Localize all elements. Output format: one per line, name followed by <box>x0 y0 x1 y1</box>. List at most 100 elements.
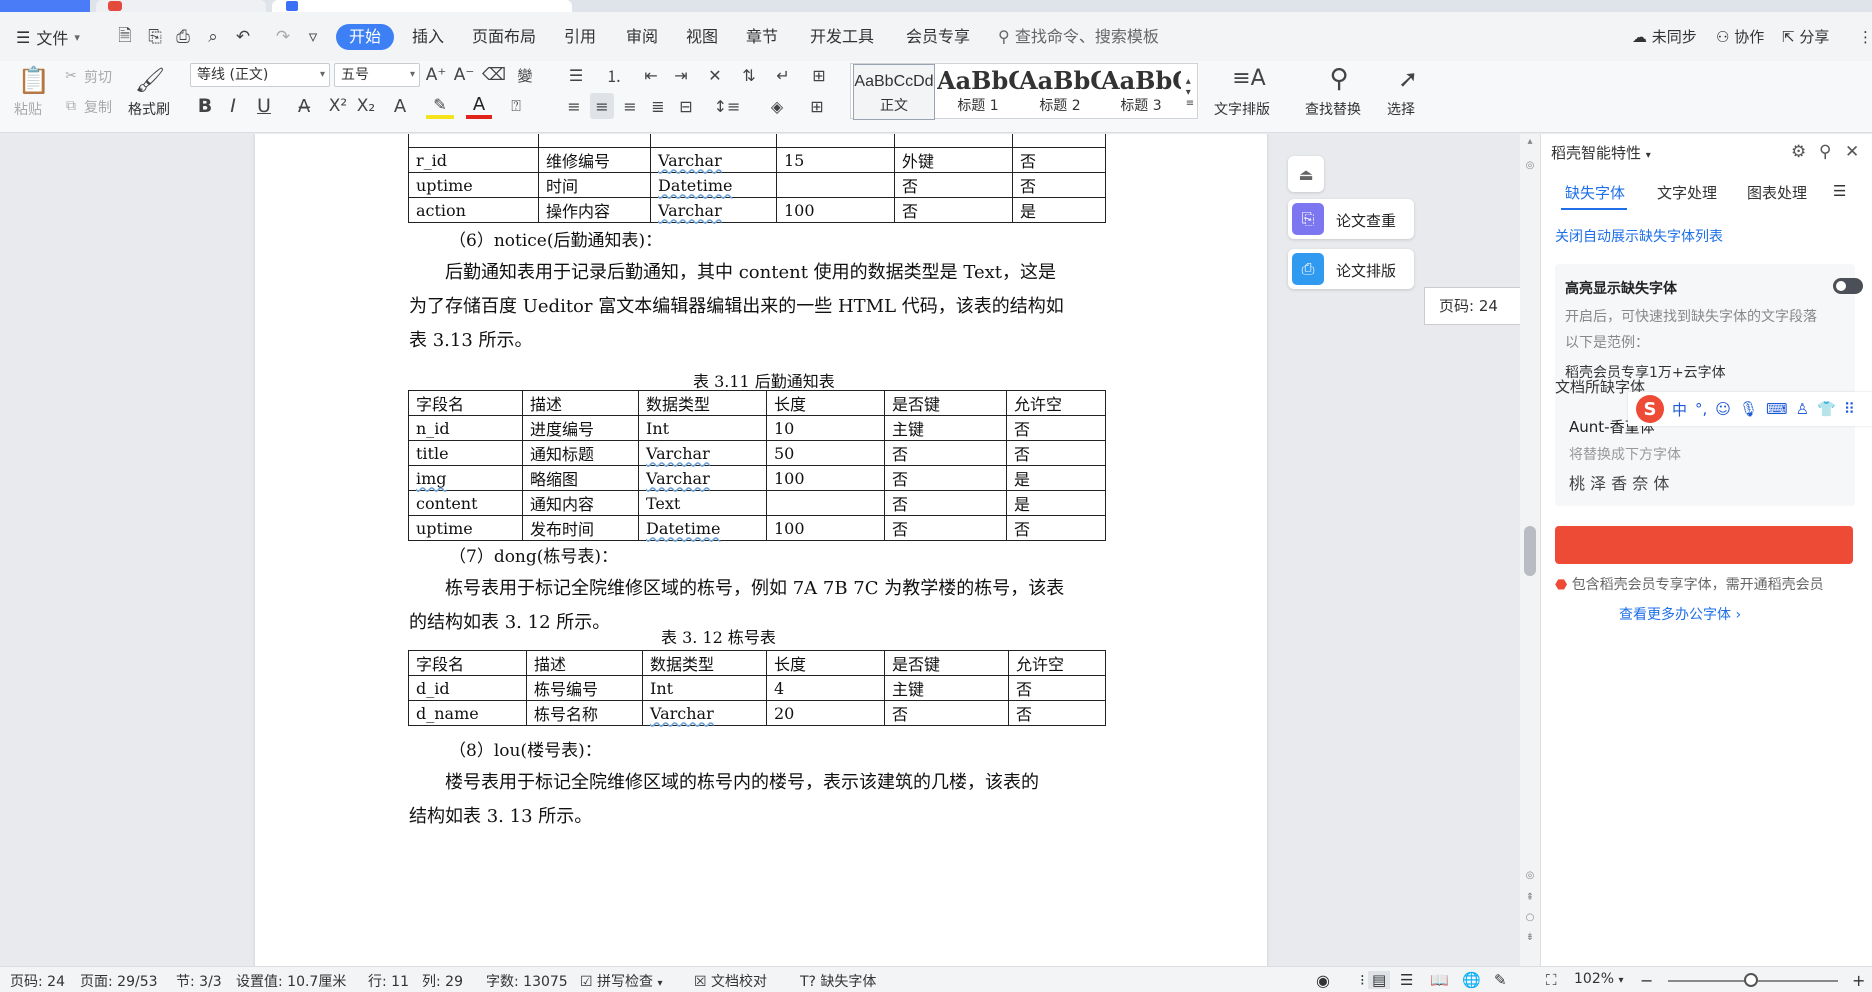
paste-icon[interactable]: 📋 <box>18 65 50 97</box>
save-icon[interactable]: 🗎 <box>114 26 136 48</box>
skin-icon[interactable]: 👕 <box>1817 400 1836 418</box>
gear-icon[interactable]: ⚙ <box>1791 142 1806 162</box>
find-icon[interactable]: ⚲ <box>1322 63 1356 95</box>
more-views-icon[interactable]: ⁝ <box>1360 971 1365 989</box>
char-border-icon[interactable]: ⍰ <box>504 93 528 119</box>
spellcheck-button[interactable]: ☑ 拼写检查 ▾ <box>580 971 663 991</box>
next-page-icon[interactable]: ⇟ <box>1524 932 1536 943</box>
reading-view-icon[interactable]: 📖 <box>1430 971 1449 989</box>
tab-docer[interactable] <box>96 0 266 12</box>
emoji-icon[interactable]: ☺ <box>1715 400 1731 418</box>
format-painter-icon[interactable]: 🖌 <box>134 63 166 97</box>
document-page[interactable]: r_id 维修编号 Varchar 15 外键否 uptime 时间 Datetime 否否 … <box>255 134 1267 966</box>
zoom-in-icon[interactable]: + <box>1852 971 1865 990</box>
distribute-icon[interactable]: ⊟ <box>674 93 698 119</box>
microphone-icon[interactable]: 🎙 <box>1739 400 1758 418</box>
close-auto-show-link[interactable]: 关闭自动展示缺失字体列表 <box>1555 226 1723 246</box>
outline-view-icon[interactable]: ☰ <box>1400 971 1413 989</box>
paste-button[interactable]: 粘贴 <box>14 99 42 119</box>
bold-icon[interactable]: B <box>194 93 216 119</box>
zoom-slider-knob[interactable] <box>1744 973 1758 987</box>
document-canvas[interactable]: r_id 维修编号 Varchar 15 外键否 uptime 时间 Datetime 否否 … <box>0 134 1272 966</box>
scroll-up-icon[interactable]: ▴ <box>1524 136 1536 147</box>
font-name-combo[interactable]: 等线 (正文) ▾ <box>190 63 330 87</box>
styles-scroll-icon[interactable]: ▴ ▾ ≡ <box>1183 66 1197 118</box>
tab-page-layout[interactable]: 页面布局 <box>470 24 538 50</box>
style-heading-2[interactable]: AaBbC 标题 2 <box>1019 64 1101 120</box>
copy-icon[interactable]: ⧉ <box>62 95 80 117</box>
text-layout-icon[interactable]: ≡A <box>1232 63 1266 93</box>
format-painter-button[interactable]: 格式刷 <box>128 99 170 119</box>
ime-language[interactable]: 中 <box>1672 399 1687 420</box>
subscript-icon[interactable]: X₂ <box>354 93 378 119</box>
sync-status[interactable]: ☁ 未同步 <box>1632 24 1697 50</box>
tab-references[interactable]: 引用 <box>562 24 598 50</box>
style-heading-3[interactable]: AaBbC 标题 3 <box>1101 64 1181 120</box>
thesis-check-button[interactable]: ⎘ 论文查重 <box>1288 199 1414 239</box>
style-heading-1[interactable]: AaBbC 标题 1 <box>937 64 1019 120</box>
missing-font-status[interactable]: T? 缺失字体 <box>800 971 876 991</box>
redo-icon[interactable]: ↷ <box>272 26 294 48</box>
scissors-icon[interactable]: ✂ <box>62 65 80 87</box>
align-right-icon[interactable]: ≡ <box>618 93 642 119</box>
scroll-down-icon[interactable]: ◎ <box>1524 870 1536 881</box>
tab-chapter[interactable]: 章节 <box>744 24 780 50</box>
numbered-list-icon[interactable]: ⒈ <box>600 63 628 87</box>
status-column[interactable]: 列: 29 <box>422 971 463 991</box>
undo-icon[interactable]: ↶ <box>232 26 254 48</box>
underline-icon[interactable]: U <box>250 93 278 119</box>
write-view-icon[interactable]: ✎ <box>1494 971 1507 989</box>
cursor-select-icon[interactable]: ➚ <box>1394 63 1422 95</box>
status-page[interactable]: 页面: 29/53 <box>80 971 158 991</box>
panel-tab-chart[interactable]: 图表处理 <box>1747 182 1807 203</box>
sort-icon[interactable]: ⇅ <box>736 63 762 87</box>
text-layout-button[interactable]: 文字排版 <box>1214 99 1270 119</box>
browse-object-icon[interactable]: ○ <box>1524 912 1536 923</box>
tab-view[interactable]: 视图 <box>684 24 720 50</box>
find-replace-button[interactable]: 查找替换 <box>1305 99 1361 119</box>
print-icon[interactable]: ⎙ <box>172 26 194 48</box>
web-view-icon[interactable]: 🌐 <box>1462 971 1481 989</box>
paragraph-mark-icon[interactable]: ↵ <box>768 63 798 87</box>
collapse-tools-button[interactable]: ⏏ <box>1288 156 1324 192</box>
select-button[interactable]: 选择 <box>1387 99 1415 119</box>
font-color-icon[interactable]: A <box>466 93 492 119</box>
fit-page-icon[interactable]: ⛶ <box>1546 971 1557 989</box>
vertical-scrollbar[interactable]: ▴ ◎ ◎ ⇞ ○ ⇟ <box>1520 134 1540 966</box>
superscript-icon[interactable]: X² <box>326 93 350 119</box>
highlight-icon[interactable]: ✎ <box>426 93 454 119</box>
status-wordcount[interactable]: 字数: 13075 <box>486 971 568 991</box>
more-fonts-link[interactable]: 查看更多办公字体 › <box>1619 604 1741 624</box>
replace-font-name[interactable]: 桃 泽 香 奈 体 <box>1569 470 1669 494</box>
zoom-out-icon[interactable]: − <box>1640 971 1653 990</box>
thesis-layout-button[interactable]: ⎙ 论文排版 <box>1288 249 1414 289</box>
highlight-toggle[interactable] <box>1833 278 1863 294</box>
tab-member[interactable]: 会员专享 <box>904 24 972 50</box>
eye-protection-icon[interactable]: ◉ <box>1316 971 1330 990</box>
status-section[interactable]: 节: 3/3 <box>176 971 222 991</box>
pin-icon[interactable]: ⚲ <box>1819 142 1831 162</box>
grid-icon[interactable]: ⠿ <box>1844 400 1855 418</box>
tab-review[interactable]: 审阅 <box>624 24 660 50</box>
phonetic-icon[interactable]: 變 <box>510 63 540 87</box>
export-pdf-icon[interactable]: ⎘ <box>144 26 166 48</box>
download-fonts-button[interactable] <box>1555 526 1853 564</box>
scrollbar-thumb[interactable] <box>1524 526 1536 576</box>
copy-button[interactable]: 复制 <box>84 97 112 117</box>
cut-button[interactable]: 剪切 <box>84 67 112 87</box>
strikethrough-icon[interactable]: A̶ <box>290 93 318 119</box>
panel-tab-text[interactable]: 文字处理 <box>1657 182 1717 203</box>
status-line[interactable]: 行: 11 <box>368 971 409 991</box>
collaborate-button[interactable]: ⚇ 协作 <box>1716 24 1764 50</box>
italic-icon[interactable]: I <box>222 93 244 119</box>
zoom-level[interactable]: 102% ▾ <box>1574 971 1624 987</box>
grow-font-icon[interactable]: A⁺ <box>424 63 448 87</box>
style-normal[interactable]: AaBbCcDd 正文 <box>853 64 935 120</box>
panel-menu-icon[interactable]: ☰ <box>1833 182 1846 200</box>
shading-icon[interactable]: ◈ <box>760 93 794 119</box>
bullet-list-icon[interactable]: ☰ <box>562 63 590 87</box>
clear-format-icon[interactable]: ⌫ <box>482 63 506 87</box>
scroll-top-icon[interactable]: ◎ <box>1524 160 1536 171</box>
page-view-icon[interactable]: ▤ <box>1368 971 1391 989</box>
ime-toolbar[interactable]: S 中 °, ☺ 🎙 ⌨ ♙ 👕 ⠿ <box>1628 392 1872 426</box>
